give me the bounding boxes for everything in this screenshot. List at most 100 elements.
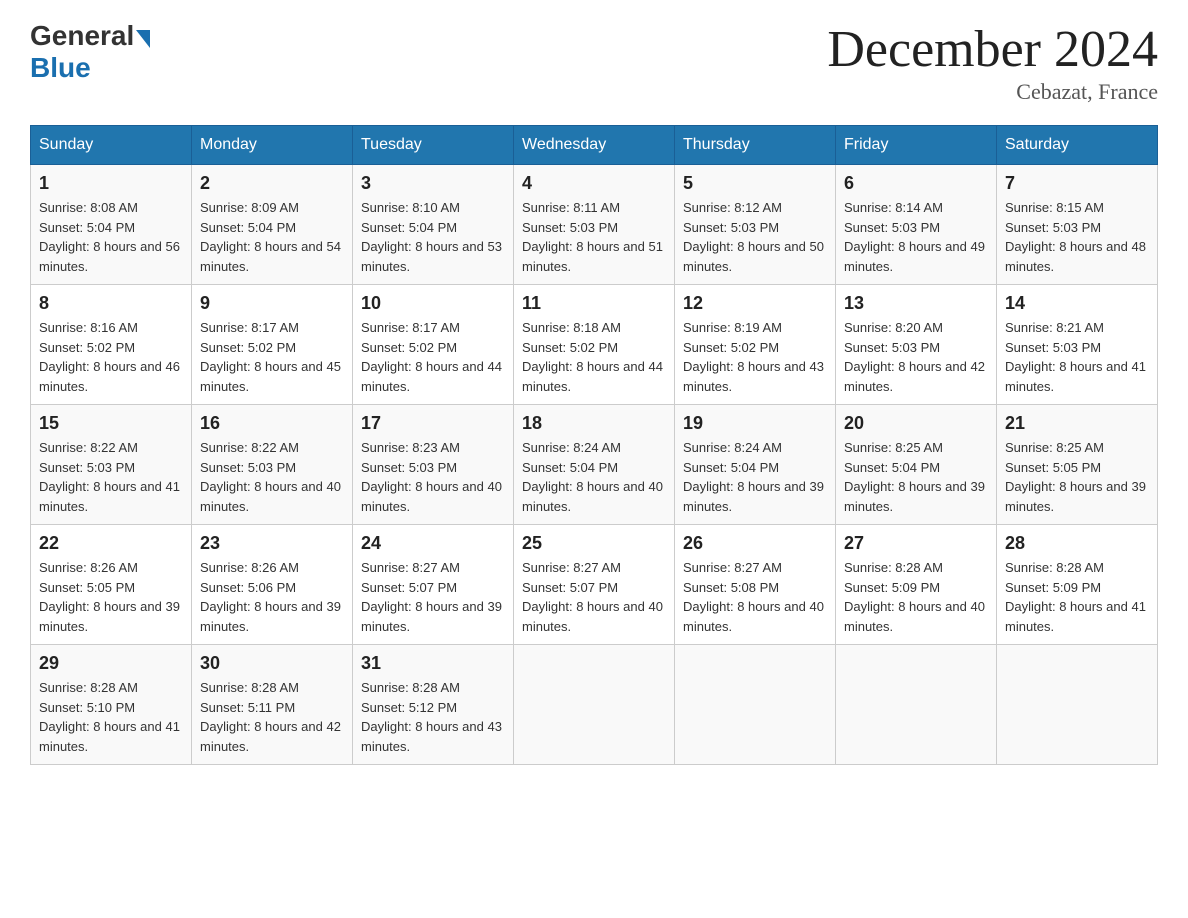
calendar-cell: 8Sunrise: 8:16 AMSunset: 5:02 PMDaylight… xyxy=(31,285,192,405)
calendar-cell: 18Sunrise: 8:24 AMSunset: 5:04 PMDayligh… xyxy=(514,405,675,525)
day-number: 28 xyxy=(1005,533,1149,554)
day-info: Sunrise: 8:20 AMSunset: 5:03 PMDaylight:… xyxy=(844,320,985,394)
calendar-cell: 13 Sunrise: 8:20 AMSunset: 5:03 PMDayligh… xyxy=(836,285,997,405)
logo-general-text: General xyxy=(30,20,134,52)
calendar-cell xyxy=(675,645,836,765)
day-number: 13 xyxy=(844,293,988,314)
col-header-wednesday: Wednesday xyxy=(514,126,675,165)
day-info: Sunrise: 8:15 AMSunset: 5:03 PMDaylight:… xyxy=(1005,200,1146,274)
day-info: Sunrise: 8:28 AMSunset: 5:09 PMDaylight:… xyxy=(844,560,985,634)
day-number: 3 xyxy=(361,173,505,194)
day-number: 31 xyxy=(361,653,505,674)
calendar-cell: 4Sunrise: 8:11 AMSunset: 5:03 PMDaylight… xyxy=(514,165,675,285)
day-info: Sunrise: 8:22 AMSunset: 5:03 PMDaylight:… xyxy=(39,440,180,514)
calendar-cell: 19Sunrise: 8:24 AMSunset: 5:04 PMDayligh… xyxy=(675,405,836,525)
logo-blue-text: Blue xyxy=(30,52,91,84)
calendar-week-row: 29Sunrise: 8:28 AMSunset: 5:10 PMDayligh… xyxy=(31,645,1158,765)
day-number: 2 xyxy=(200,173,344,194)
day-info: Sunrise: 8:12 AMSunset: 5:03 PMDaylight:… xyxy=(683,200,824,274)
col-header-monday: Monday xyxy=(192,126,353,165)
page-header: General Blue December 2024 Cebazat, Fran… xyxy=(30,20,1158,105)
day-info: Sunrise: 8:28 AMSunset: 5:10 PMDaylight:… xyxy=(39,680,180,754)
calendar-cell: 5Sunrise: 8:12 AMSunset: 5:03 PMDaylight… xyxy=(675,165,836,285)
calendar-cell: 25 Sunrise: 8:27 AMSunset: 5:07 PMDayligh… xyxy=(514,525,675,645)
location-text: Cebazat, France xyxy=(827,79,1158,105)
calendar-cell: 23Sunrise: 8:26 AMSunset: 5:06 PMDayligh… xyxy=(192,525,353,645)
day-number: 6 xyxy=(844,173,988,194)
day-info: Sunrise: 8:14 AMSunset: 5:03 PMDaylight:… xyxy=(844,200,985,274)
day-info: Sunrise: 8:10 AMSunset: 5:04 PMDaylight:… xyxy=(361,200,502,274)
calendar-cell: 28 Sunrise: 8:28 AMSunset: 5:09 PMDayligh… xyxy=(997,525,1158,645)
calendar-cell: 16 Sunrise: 8:22 AMSunset: 5:03 PMDayligh… xyxy=(192,405,353,525)
day-number: 27 xyxy=(844,533,988,554)
title-section: December 2024 Cebazat, France xyxy=(827,20,1158,105)
day-number: 16 xyxy=(200,413,344,434)
day-number: 17 xyxy=(361,413,505,434)
day-number: 24 xyxy=(361,533,505,554)
day-number: 11 xyxy=(522,293,666,314)
day-info: Sunrise: 8:17 AMSunset: 5:02 PMDaylight:… xyxy=(200,320,341,394)
day-number: 14 xyxy=(1005,293,1149,314)
calendar-cell: 20Sunrise: 8:25 AMSunset: 5:04 PMDayligh… xyxy=(836,405,997,525)
day-info: Sunrise: 8:27 AMSunset: 5:07 PMDaylight:… xyxy=(522,560,663,634)
day-info: Sunrise: 8:09 AMSunset: 5:04 PMDaylight:… xyxy=(200,200,341,274)
col-header-saturday: Saturday xyxy=(997,126,1158,165)
calendar-cell: 31 Sunrise: 8:28 AMSunset: 5:12 PMDayligh… xyxy=(353,645,514,765)
calendar-cell: 1Sunrise: 8:08 AMSunset: 5:04 PMDaylight… xyxy=(31,165,192,285)
day-number: 23 xyxy=(200,533,344,554)
day-number: 1 xyxy=(39,173,183,194)
day-number: 8 xyxy=(39,293,183,314)
day-info: Sunrise: 8:25 AMSunset: 5:04 PMDaylight:… xyxy=(844,440,985,514)
calendar-cell: 10 Sunrise: 8:17 AMSunset: 5:02 PMDayligh… xyxy=(353,285,514,405)
calendar-cell: 6 Sunrise: 8:14 AMSunset: 5:03 PMDaylight… xyxy=(836,165,997,285)
day-number: 26 xyxy=(683,533,827,554)
day-info: Sunrise: 8:23 AMSunset: 5:03 PMDaylight:… xyxy=(361,440,502,514)
day-number: 7 xyxy=(1005,173,1149,194)
calendar-cell: 15 Sunrise: 8:22 AMSunset: 5:03 PMDayligh… xyxy=(31,405,192,525)
day-info: Sunrise: 8:25 AMSunset: 5:05 PMDaylight:… xyxy=(1005,440,1146,514)
day-info: Sunrise: 8:21 AMSunset: 5:03 PMDaylight:… xyxy=(1005,320,1146,394)
day-info: Sunrise: 8:27 AMSunset: 5:07 PMDaylight:… xyxy=(361,560,502,634)
day-number: 18 xyxy=(522,413,666,434)
calendar-week-row: 15 Sunrise: 8:22 AMSunset: 5:03 PMDayligh… xyxy=(31,405,1158,525)
day-info: Sunrise: 8:27 AMSunset: 5:08 PMDaylight:… xyxy=(683,560,824,634)
day-number: 25 xyxy=(522,533,666,554)
day-number: 12 xyxy=(683,293,827,314)
calendar-cell: 9 Sunrise: 8:17 AMSunset: 5:02 PMDaylight… xyxy=(192,285,353,405)
day-info: Sunrise: 8:28 AMSunset: 5:11 PMDaylight:… xyxy=(200,680,341,754)
day-info: Sunrise: 8:28 AMSunset: 5:09 PMDaylight:… xyxy=(1005,560,1146,634)
day-info: Sunrise: 8:22 AMSunset: 5:03 PMDaylight:… xyxy=(200,440,341,514)
calendar-cell: 26 Sunrise: 8:27 AMSunset: 5:08 PMDayligh… xyxy=(675,525,836,645)
calendar-week-row: 8Sunrise: 8:16 AMSunset: 5:02 PMDaylight… xyxy=(31,285,1158,405)
col-header-friday: Friday xyxy=(836,126,997,165)
calendar-table: SundayMondayTuesdayWednesdayThursdayFrid… xyxy=(30,125,1158,765)
calendar-cell: 17 Sunrise: 8:23 AMSunset: 5:03 PMDayligh… xyxy=(353,405,514,525)
day-number: 30 xyxy=(200,653,344,674)
calendar-cell: 3 Sunrise: 8:10 AMSunset: 5:04 PMDaylight… xyxy=(353,165,514,285)
day-number: 10 xyxy=(361,293,505,314)
day-info: Sunrise: 8:24 AMSunset: 5:04 PMDaylight:… xyxy=(683,440,824,514)
calendar-week-row: 1Sunrise: 8:08 AMSunset: 5:04 PMDaylight… xyxy=(31,165,1158,285)
calendar-week-row: 22Sunrise: 8:26 AMSunset: 5:05 PMDayligh… xyxy=(31,525,1158,645)
calendar-cell: 12 Sunrise: 8:19 AMSunset: 5:02 PMDayligh… xyxy=(675,285,836,405)
day-number: 21 xyxy=(1005,413,1149,434)
logo: General Blue xyxy=(30,20,150,84)
day-info: Sunrise: 8:28 AMSunset: 5:12 PMDaylight:… xyxy=(361,680,502,754)
calendar-cell xyxy=(514,645,675,765)
calendar-cell: 27 Sunrise: 8:28 AMSunset: 5:09 PMDayligh… xyxy=(836,525,997,645)
calendar-cell xyxy=(997,645,1158,765)
calendar-cell: 29Sunrise: 8:28 AMSunset: 5:10 PMDayligh… xyxy=(31,645,192,765)
day-number: 15 xyxy=(39,413,183,434)
calendar-cell: 22Sunrise: 8:26 AMSunset: 5:05 PMDayligh… xyxy=(31,525,192,645)
logo-triangle-icon xyxy=(136,30,150,48)
month-title: December 2024 xyxy=(827,20,1158,79)
col-header-thursday: Thursday xyxy=(675,126,836,165)
col-header-tuesday: Tuesday xyxy=(353,126,514,165)
day-number: 9 xyxy=(200,293,344,314)
day-info: Sunrise: 8:26 AMSunset: 5:05 PMDaylight:… xyxy=(39,560,180,634)
day-info: Sunrise: 8:17 AMSunset: 5:02 PMDaylight:… xyxy=(361,320,502,394)
day-info: Sunrise: 8:19 AMSunset: 5:02 PMDaylight:… xyxy=(683,320,824,394)
calendar-cell: 2 Sunrise: 8:09 AMSunset: 5:04 PMDaylight… xyxy=(192,165,353,285)
col-header-sunday: Sunday xyxy=(31,126,192,165)
calendar-cell: 7 Sunrise: 8:15 AMSunset: 5:03 PMDaylight… xyxy=(997,165,1158,285)
